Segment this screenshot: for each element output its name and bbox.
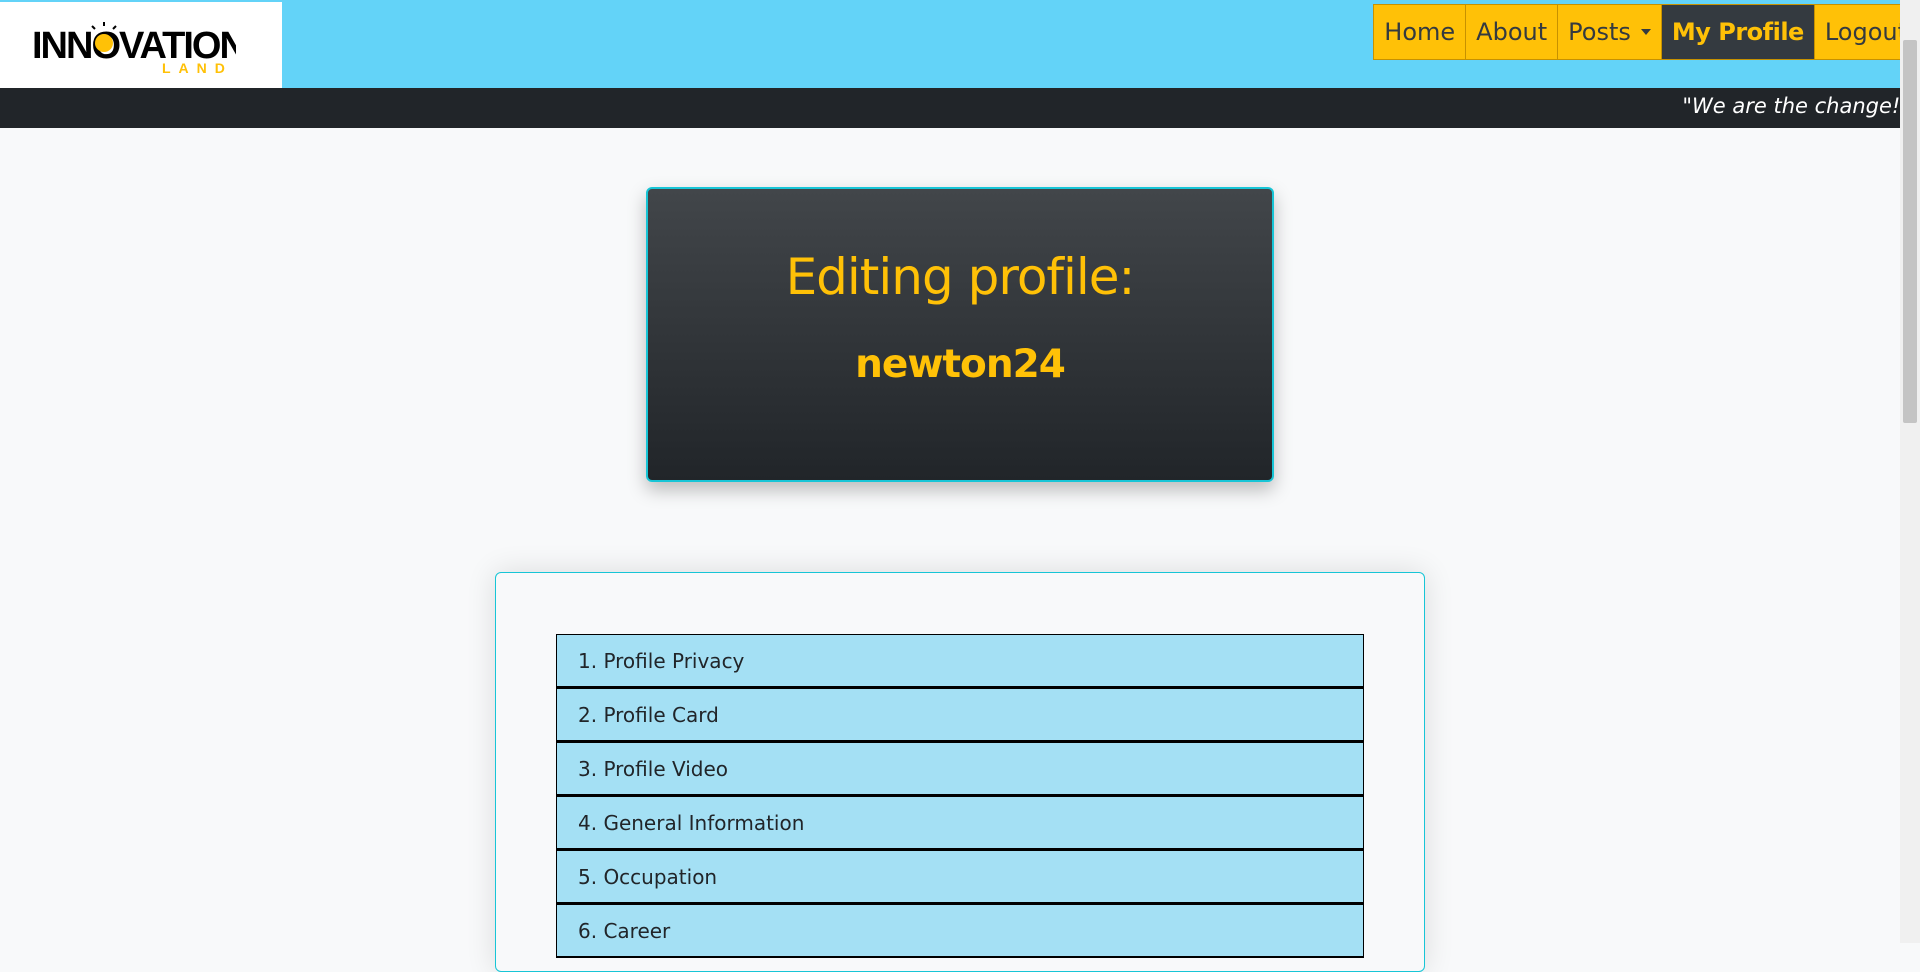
chevron-down-icon <box>1640 29 1651 35</box>
nav-home[interactable]: Home <box>1373 4 1466 60</box>
editing-profile-banner: Editing profile: newton24 <box>646 187 1274 482</box>
main-nav: Home About Posts My Profile Logout <box>1373 4 1918 60</box>
logo[interactable]: INNOVATION LAND <box>0 2 282 90</box>
logo-subtext: LAND <box>162 60 233 76</box>
lightbulb-icon <box>95 34 113 52</box>
username: newton24 <box>855 342 1066 387</box>
nav-my-profile-label: My Profile <box>1671 18 1804 46</box>
nav-logout-label: Logout <box>1824 18 1907 46</box>
section-list: 1. Profile Privacy 2. Profile Card 3. Pr… <box>556 634 1364 958</box>
tagline-bar: "We are the change!" <box>0 88 1920 128</box>
section-occupation[interactable]: 5. Occupation <box>556 850 1364 904</box>
section-label: 4. General Information <box>578 810 805 835</box>
section-profile-card[interactable]: 2. Profile Card <box>556 688 1364 742</box>
top-navbar: INNOVATION LAND Home About Posts My Prof… <box>0 0 1920 90</box>
nav-about-label: About <box>1476 18 1548 46</box>
section-general-information[interactable]: 4. General Information <box>556 796 1364 850</box>
section-label: 6. Career <box>578 918 671 943</box>
nav-posts-label: Posts <box>1568 18 1631 46</box>
nav-home-label: Home <box>1384 18 1456 46</box>
section-label: 1. Profile Privacy <box>578 648 745 673</box>
section-profile-privacy[interactable]: 1. Profile Privacy <box>556 634 1364 688</box>
scrollbar[interactable] <box>1900 0 1920 943</box>
section-profile-video[interactable]: 3. Profile Video <box>556 742 1364 796</box>
section-label: 5. Occupation <box>578 864 718 889</box>
nav-about[interactable]: About <box>1465 4 1558 60</box>
nav-my-profile[interactable]: My Profile <box>1660 4 1814 60</box>
profile-sections-card: 1. Profile Privacy 2. Profile Card 3. Pr… <box>495 572 1425 972</box>
tagline: "We are the change!" <box>1682 94 1910 118</box>
nav-posts-dropdown[interactable]: Posts <box>1557 4 1661 60</box>
innovation-land-logo: INNOVATION LAND <box>32 22 236 76</box>
page-title: Editing profile: <box>785 248 1136 306</box>
section-label: 2. Profile Card <box>578 702 719 727</box>
section-label: 3. Profile Video <box>578 756 729 781</box>
scrollbar-thumb[interactable] <box>1903 40 1917 423</box>
section-career[interactable]: 6. Career <box>556 904 1364 958</box>
